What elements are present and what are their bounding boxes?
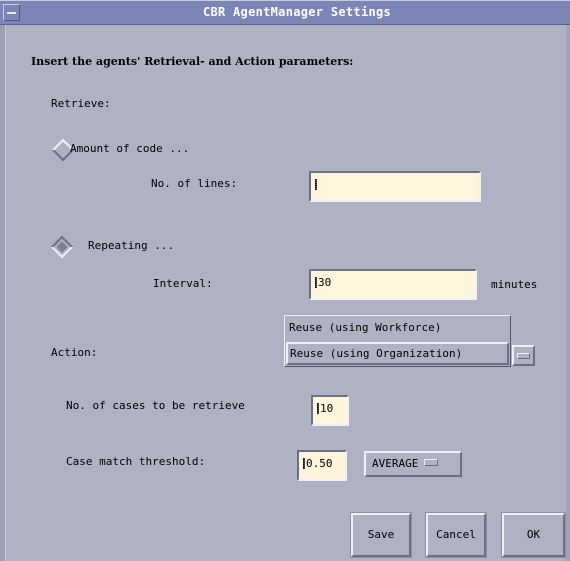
window-menu-icon[interactable] xyxy=(3,4,20,21)
cancel-button[interactable]: Cancel xyxy=(425,512,487,558)
text-cursor xyxy=(303,458,305,469)
amount-of-code-label[interactable]: Amount of code ... xyxy=(70,142,189,155)
option-menu-indicator-icon xyxy=(424,459,439,466)
window-right-border xyxy=(566,25,570,561)
lines-input[interactable] xyxy=(309,171,481,202)
action-option-organization[interactable]: Reuse (using Organization) xyxy=(286,342,509,365)
option-menu-indicator-icon[interactable] xyxy=(512,345,535,366)
interval-value: 30 xyxy=(318,276,332,289)
lines-label: No. of lines: xyxy=(151,177,238,190)
title-bar[interactable]: CBR AgentManager Settings xyxy=(0,0,570,25)
text-cursor xyxy=(315,179,317,190)
action-option-menu[interactable]: Reuse (using Workforce) Reuse (using Org… xyxy=(284,315,511,367)
text-cursor xyxy=(317,403,319,414)
cases-input[interactable]: 10 xyxy=(311,395,349,426)
threshold-value: 0.50 xyxy=(306,457,333,470)
text-cursor xyxy=(315,277,317,288)
action-label: Action: xyxy=(51,346,98,359)
cases-value: 10 xyxy=(320,402,334,415)
retrieve-label: Retrieve: xyxy=(51,97,111,110)
cases-label: No. of cases to be retrieve xyxy=(66,399,245,412)
interval-label: Interval: xyxy=(153,277,213,290)
threshold-mode-menu[interactable]: AVERAGE xyxy=(364,451,462,477)
minutes-label: minutes xyxy=(491,278,538,291)
ok-button[interactable]: OK xyxy=(501,512,566,558)
repeating-radio[interactable] xyxy=(50,235,74,259)
form-heading: Insert the agents' Retrieval- and Action… xyxy=(31,55,354,68)
save-button[interactable]: Save xyxy=(350,512,412,558)
threshold-mode-value: AVERAGE xyxy=(372,457,419,470)
window-title: CBR AgentManager Settings xyxy=(202,5,392,19)
window-left-border xyxy=(0,25,6,561)
threshold-label: Case match threshold: xyxy=(66,455,206,468)
action-option-workforce[interactable]: Reuse (using Workforce) xyxy=(286,317,509,340)
interval-input[interactable]: 30 xyxy=(309,269,477,300)
settings-window: CBR AgentManager Settings Insert the age… xyxy=(0,0,570,561)
threshold-input[interactable]: 0.50 xyxy=(297,450,347,481)
repeating-label[interactable]: Repeating ... xyxy=(88,239,174,252)
